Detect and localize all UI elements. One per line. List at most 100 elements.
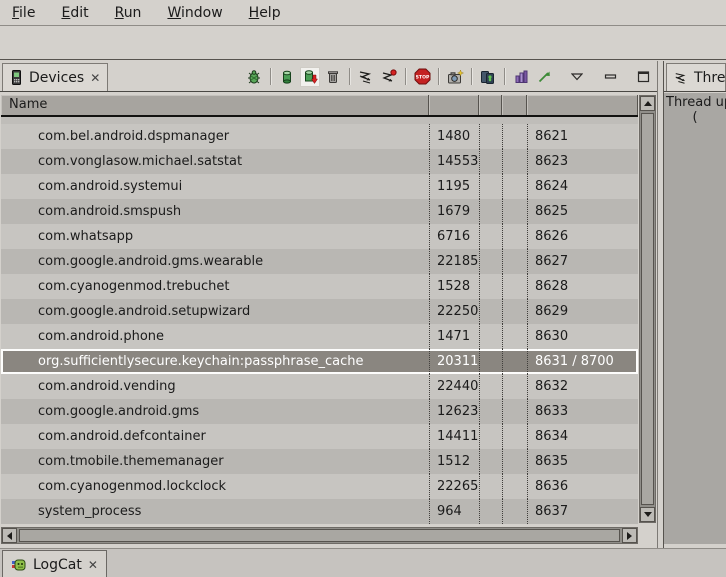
screen-capture-icon[interactable] [445, 67, 465, 87]
process-port: 8630 [527, 324, 638, 349]
process-name: system_process [1, 499, 429, 524]
scroll-right-button[interactable] [622, 528, 637, 543]
process-name: com.android.systemui [1, 174, 429, 199]
column-header-name[interactable]: Name [1, 95, 429, 115]
process-heap-flag [479, 349, 502, 374]
process-pid: 1679 [429, 199, 479, 224]
process-thread-flag [502, 324, 527, 349]
process-thread-flag [502, 424, 527, 449]
table-row[interactable]: system_process9648637 [1, 499, 638, 524]
process-name: com.android.smspush [1, 199, 429, 224]
table-row[interactable]: com.whatsapp67168626 [1, 224, 638, 249]
stop-process-icon[interactable]: STOP [412, 67, 432, 87]
process-heap-flag [479, 224, 502, 249]
scroll-down-button[interactable] [640, 507, 655, 522]
process-thread-flag [502, 374, 527, 399]
devices-tab-row: Devices ✕ [0, 61, 657, 92]
toolbar-separator [405, 68, 406, 85]
table-row[interactable]: com.cyanogenmod.lockclock222658636 [1, 474, 638, 499]
column-header-empty[interactable] [527, 95, 638, 115]
view-menu-icon[interactable] [567, 67, 587, 87]
process-port: 8636 [527, 474, 638, 499]
logcat-icon [11, 558, 27, 572]
process-port: 8628 [527, 274, 638, 299]
vertical-scrollbar[interactable] [639, 95, 656, 523]
process-thread-flag [502, 274, 527, 299]
table-row[interactable]: com.google.android.gms126238633 [1, 399, 638, 424]
menu-edit[interactable]: Edit [61, 5, 88, 21]
threads-message-line1: Thread up [664, 93, 726, 110]
maximize-icon[interactable] [633, 67, 653, 87]
menu-run[interactable]: Run [115, 5, 142, 21]
tab-devices[interactable]: Devices ✕ [2, 63, 108, 91]
process-thread-flag [502, 474, 527, 499]
tab-logcat[interactable]: LogCat ✕ [2, 550, 107, 577]
process-heap-flag [479, 424, 502, 449]
tracing-icon[interactable] [534, 67, 554, 87]
table-row[interactable]: com.google.android.setupwizard222508629 [1, 299, 638, 324]
table-row[interactable]: com.google.android.gms.wearable221858627 [1, 249, 638, 274]
close-icon[interactable]: ✕ [90, 72, 100, 84]
menu-file[interactable]: File [12, 5, 35, 21]
process-pid: 14553 [429, 149, 479, 174]
table-row[interactable]: com.android.smspush16798625 [1, 199, 638, 224]
process-name: org.sufficientlysecure.keychain:passphra… [1, 349, 429, 374]
ddms-window: File Edit Run Window Help Devices ✕ [0, 0, 726, 577]
table-row[interactable]: com.android.systemui11958624 [1, 174, 638, 199]
vertical-scroll-thumb[interactable] [641, 113, 654, 505]
scroll-left-button[interactable] [2, 528, 17, 543]
column-header-empty[interactable] [502, 95, 527, 115]
table-row[interactable]: com.android.defcontainer144118634 [1, 424, 638, 449]
process-thread-flag [502, 149, 527, 174]
threads-tab-row: Threads [664, 61, 726, 92]
process-port: 8623 [527, 149, 638, 174]
toolbar-separator [438, 68, 439, 85]
process-heap-flag [479, 174, 502, 199]
update-heap-icon[interactable] [277, 67, 297, 87]
process-pid: 22440 [429, 374, 479, 399]
table-row[interactable]: com.vonglasow.michael.satstat14553 8623 [1, 149, 638, 174]
table-row[interactable]: com.tmobile.thememanager15128635 [1, 449, 638, 474]
menu-window[interactable]: Window [167, 5, 222, 21]
table-row[interactable]: com.cyanogenmod.trebuchet1528 8628 [1, 274, 638, 299]
process-name: com.vonglasow.michael.satstat [1, 149, 429, 174]
process-port: 8621 [527, 124, 638, 149]
column-header-empty[interactable] [429, 95, 479, 115]
table-body: com.bel.android.dspmanager14808621com.vo… [1, 117, 638, 524]
scroll-up-button[interactable] [640, 96, 655, 111]
debug-attach-icon[interactable] [244, 67, 264, 87]
process-port: 8632 [527, 374, 638, 399]
partial-row [1, 117, 638, 124]
table-row[interactable]: com.bel.android.dspmanager14808621 [1, 124, 638, 149]
process-heap-flag [479, 249, 502, 274]
threads-message-line2: ( [664, 110, 726, 125]
process-name: com.google.android.gms.wearable [1, 249, 429, 274]
dump-hprof-icon[interactable] [300, 67, 320, 87]
process-name: com.cyanogenmod.trebuchet [1, 274, 429, 299]
table-row[interactable]: com.android.phone14718630 [1, 324, 638, 349]
devices-toolbar: STOP [244, 61, 653, 92]
process-pid: 14411 [429, 424, 479, 449]
refresh-threads-icon[interactable] [379, 67, 399, 87]
view-hierarchy-icon[interactable] [478, 67, 498, 87]
minimize-icon[interactable] [600, 67, 620, 87]
horizontal-scrollbar[interactable] [1, 527, 638, 544]
cause-gc-icon[interactable] [323, 67, 343, 87]
method-profiling-icon[interactable] [511, 67, 531, 87]
menu-help[interactable]: Help [249, 5, 281, 21]
process-name: com.android.defcontainer [1, 424, 429, 449]
tab-threads[interactable]: Threads [666, 63, 726, 91]
horizontal-scroll-thumb[interactable] [19, 529, 620, 542]
close-icon[interactable]: ✕ [88, 559, 98, 571]
table-row-selected[interactable]: org.sufficientlysecure.keychain:passphra… [1, 349, 638, 374]
table-row[interactable]: com.android.vending224408632 [1, 374, 638, 399]
process-heap-flag [479, 299, 502, 324]
devices-panel: Devices ✕ [0, 61, 658, 548]
process-pid: 22265 [429, 474, 479, 499]
process-pid: 964 [429, 499, 479, 524]
column-header-empty[interactable] [479, 95, 502, 115]
update-threads-icon[interactable] [356, 67, 376, 87]
tab-devices-label: Devices [29, 70, 84, 86]
process-pid: 1528 [429, 274, 479, 299]
process-pid: 12623 [429, 399, 479, 424]
